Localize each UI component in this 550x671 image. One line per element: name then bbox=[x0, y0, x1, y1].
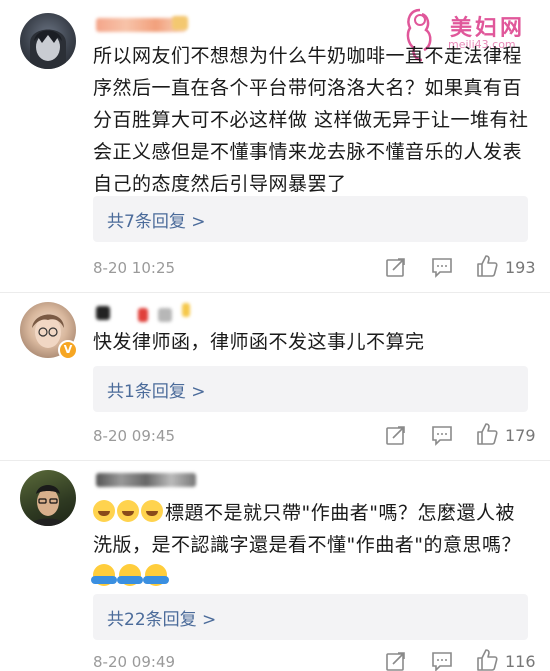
like-count: 116 bbox=[505, 652, 536, 671]
username-redacted bbox=[96, 473, 196, 487]
anime-avatar-art bbox=[30, 29, 66, 69]
sweat-smile-emoji bbox=[141, 500, 163, 522]
timestamp: 8-20 09:49 bbox=[93, 653, 176, 671]
share-icon[interactable] bbox=[385, 256, 407, 278]
thumbs-up-icon[interactable] bbox=[475, 422, 499, 446]
divider bbox=[0, 292, 550, 293]
share-icon[interactable] bbox=[385, 424, 407, 446]
comment-icon[interactable] bbox=[431, 424, 453, 446]
view-replies-button[interactable]: 共7条回复 > bbox=[93, 196, 528, 242]
sweat-smile-emoji bbox=[117, 500, 139, 522]
username-redacted bbox=[158, 308, 172, 322]
reply-count-label: 共1条回复 > bbox=[107, 382, 206, 402]
sweating-hands-emoji bbox=[143, 564, 169, 586]
view-replies-button[interactable]: 共22条回复 > bbox=[93, 594, 528, 640]
sweating-hands-emoji bbox=[117, 564, 143, 586]
reply-count-label: 共22条回复 > bbox=[107, 610, 217, 630]
thumbs-up-icon[interactable] bbox=[475, 254, 499, 278]
divider bbox=[0, 460, 550, 461]
like-count: 193 bbox=[505, 258, 536, 277]
username-redacted-tail bbox=[172, 16, 188, 30]
timestamp: 8-20 09:45 bbox=[93, 427, 176, 445]
sweat-smile-emoji bbox=[93, 500, 115, 522]
comment-icon[interactable] bbox=[431, 256, 453, 278]
avatar[interactable] bbox=[20, 13, 76, 69]
comment-meta: 8-20 09:49 116 bbox=[93, 648, 536, 671]
reply-count-label: 共7条回复 > bbox=[107, 212, 206, 232]
like-count: 179 bbox=[505, 426, 536, 445]
verified-badge: V bbox=[58, 340, 78, 360]
share-icon[interactable] bbox=[385, 650, 407, 671]
username-redacted bbox=[182, 303, 190, 317]
portrait-photo bbox=[30, 485, 66, 526]
username-redacted bbox=[138, 308, 148, 322]
comment-meta: 8-20 09:45 179 bbox=[93, 422, 536, 448]
sweating-hands-emoji bbox=[91, 564, 117, 586]
thumbs-up-icon[interactable] bbox=[475, 648, 499, 671]
comment-meta: 8-20 10:25 193 bbox=[93, 254, 536, 280]
comment-text: 所以网友们不想想为什么牛奶咖啡一直不走法律程序然后一直在各个平台带何洛洛大名？如… bbox=[93, 45, 529, 195]
comment-text: 標題不是就只帶"作曲者"嗎？怎麼還人被洗版，是不認識字還是看不懂"作曲者"的意思… bbox=[91, 497, 529, 593]
timestamp: 8-20 10:25 bbox=[93, 259, 176, 277]
view-replies-button[interactable]: 共1条回复 > bbox=[93, 366, 528, 412]
comment-text: 快发律师函，律师函不发这事儿不算完 bbox=[93, 331, 425, 353]
comment-icon[interactable] bbox=[431, 650, 453, 671]
avatar[interactable] bbox=[20, 470, 76, 526]
username-redacted bbox=[96, 306, 110, 320]
